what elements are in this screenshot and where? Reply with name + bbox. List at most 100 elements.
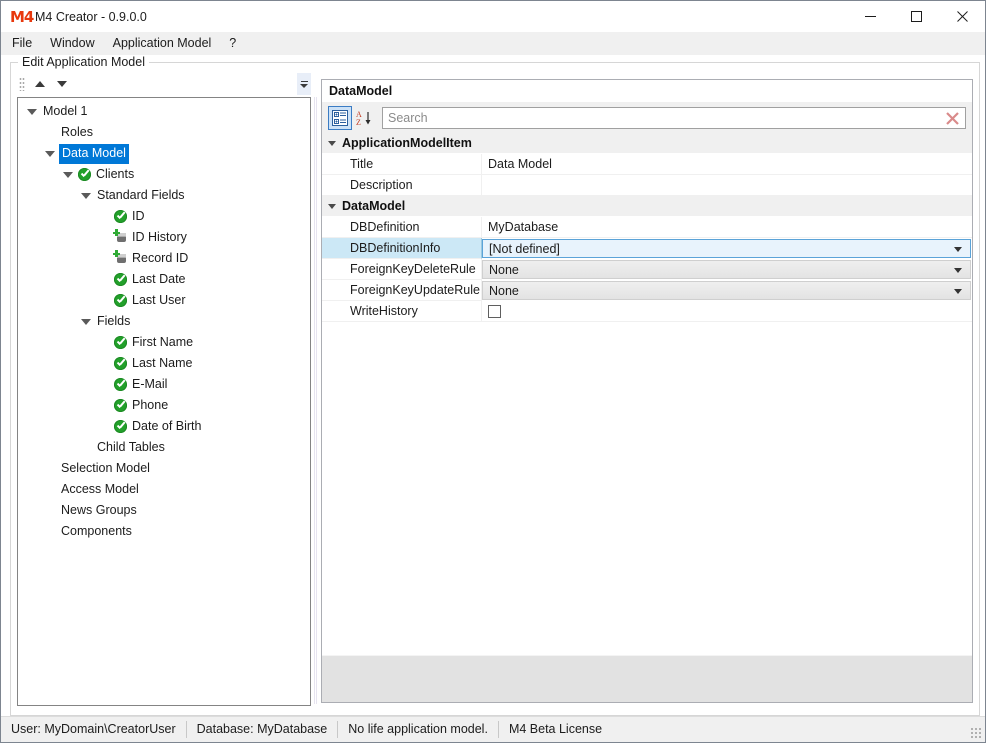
- tree-node-label: Components: [61, 524, 132, 538]
- property-value-dropdown[interactable]: None: [482, 260, 971, 279]
- property-name[interactable]: Title: [322, 154, 482, 175]
- tree-expander-icon[interactable]: [26, 101, 41, 122]
- tree-node-label: News Groups: [61, 503, 137, 517]
- move-up-button[interactable]: [29, 74, 51, 94]
- minimize-button[interactable]: [847, 1, 893, 32]
- tree-node[interactable]: Record ID: [18, 248, 310, 269]
- chevron-down-icon: [300, 83, 308, 88]
- property-name[interactable]: WriteHistory: [322, 301, 482, 322]
- status-message: No life application model.: [348, 722, 488, 736]
- property-name[interactable]: ForeignKeyDeleteRule: [322, 259, 482, 280]
- tree-node[interactable]: First Name: [18, 332, 310, 353]
- tree-node[interactable]: ID History: [18, 227, 310, 248]
- tree-node[interactable]: ID: [18, 206, 310, 227]
- tree-node[interactable]: Fields: [18, 311, 310, 332]
- tree-node[interactable]: Roles: [18, 122, 310, 143]
- tree-node[interactable]: Clients: [18, 164, 310, 185]
- menu-window[interactable]: Window: [41, 34, 103, 52]
- search-input[interactable]: [383, 108, 939, 128]
- alphabetical-sort-button[interactable]: A Z: [352, 106, 376, 130]
- tree-node[interactable]: Last Date: [18, 269, 310, 290]
- categorized-view-button[interactable]: [328, 106, 352, 130]
- tree-node[interactable]: Selection Model: [18, 458, 310, 479]
- check-circle-glyph: [114, 399, 127, 412]
- property-row[interactable]: DBDefinition MyDatabase: [322, 217, 972, 238]
- property-value-text-editor[interactable]: [482, 175, 972, 196]
- property-row[interactable]: ForeignKeyDeleteRule None: [322, 259, 972, 280]
- chevron-down-icon: [27, 109, 37, 115]
- clear-search-button[interactable]: [939, 108, 965, 128]
- checkbox-icon[interactable]: [488, 304, 501, 318]
- tree-node[interactable]: Data Model: [18, 143, 310, 164]
- check-circle-glyph: [114, 336, 127, 349]
- database-add-icon: [113, 227, 130, 248]
- search-box[interactable]: [382, 107, 966, 129]
- menu-application-model[interactable]: Application Model: [104, 34, 221, 52]
- chevron-down-icon: [954, 288, 962, 294]
- menu-file[interactable]: File: [3, 34, 41, 52]
- check-circle-glyph: [78, 168, 91, 181]
- property-value-text-editor[interactable]: Data Model: [482, 154, 972, 175]
- property-value-dropdown[interactable]: None: [482, 281, 971, 300]
- tree-node[interactable]: Last Name: [18, 353, 310, 374]
- check-circle-glyph: [114, 357, 127, 370]
- property-row[interactable]: Description: [322, 175, 972, 196]
- property-value-checkbox[interactable]: [482, 301, 972, 322]
- property-value-dropdown[interactable]: [Not defined]: [482, 239, 971, 258]
- tree-node[interactable]: Phone: [18, 395, 310, 416]
- property-value-text-editor[interactable]: MyDatabase: [482, 217, 972, 238]
- tree-node-label: Standard Fields: [97, 188, 185, 202]
- property-group-header[interactable]: ApplicationModelItem: [322, 133, 972, 154]
- plus-glyph: [113, 229, 120, 236]
- resize-grip[interactable]: [970, 727, 982, 739]
- close-button[interactable]: [939, 1, 985, 32]
- pane-splitter[interactable]: [312, 97, 318, 704]
- tree-node[interactable]: Components: [18, 521, 310, 542]
- chevron-down-icon[interactable]: [322, 140, 342, 146]
- property-name[interactable]: DBDefinition: [322, 217, 482, 238]
- tree-node[interactable]: E-Mail: [18, 374, 310, 395]
- property-value-text: None: [489, 262, 519, 277]
- property-row[interactable]: Title Data Model: [322, 154, 972, 175]
- menu-bar: File Window Application Model ?: [1, 32, 985, 55]
- tree-node[interactable]: Access Model: [18, 479, 310, 500]
- property-row[interactable]: WriteHistory: [322, 301, 972, 322]
- application-model-tree[interactable]: Model 1 Roles Data Model Clients Standard Fi…: [17, 97, 311, 706]
- property-name[interactable]: DBDefinitionInfo: [322, 238, 482, 259]
- tree-expander-icon[interactable]: [44, 143, 59, 164]
- menu-help[interactable]: ?: [220, 34, 245, 52]
- tree-node[interactable]: News Groups: [18, 500, 310, 521]
- property-description-pane: [322, 655, 972, 702]
- property-grid[interactable]: ApplicationModelItem Title Data Model Descr…: [322, 133, 972, 656]
- tree-node[interactable]: Last User: [18, 290, 310, 311]
- property-group-header[interactable]: DataModel: [322, 196, 972, 217]
- app-logo-icon: M4: [10, 7, 34, 26]
- move-down-button[interactable]: [51, 74, 73, 94]
- tree-expander-icon[interactable]: [80, 311, 95, 332]
- property-name[interactable]: Description: [322, 175, 482, 196]
- property-row[interactable]: ForeignKeyUpdateRule None: [322, 280, 972, 301]
- tree-node[interactable]: Standard Fields: [18, 185, 310, 206]
- property-grid-empty-area: [322, 322, 972, 656]
- property-row[interactable]: DBDefinitionInfo [Not defined]: [322, 238, 972, 259]
- tree-node[interactable]: Date of Birth: [18, 416, 310, 437]
- tree-node[interactable]: Child Tables: [18, 437, 310, 458]
- check-circle-glyph: [114, 210, 127, 223]
- tree-node[interactable]: Model 1: [18, 101, 310, 122]
- tree-expander-icon[interactable]: [80, 185, 95, 206]
- toolbar-grip[interactable]: [19, 77, 25, 91]
- sort-az-icon: A Z: [356, 110, 370, 126]
- maximize-button[interactable]: [893, 1, 939, 32]
- property-name[interactable]: ForeignKeyUpdateRule: [322, 280, 482, 301]
- check-circle-icon: [113, 353, 130, 374]
- chevron-down-icon[interactable]: [322, 203, 342, 209]
- toolbar-overflow-button[interactable]: [297, 73, 311, 95]
- tree-expander-icon[interactable]: [62, 164, 77, 185]
